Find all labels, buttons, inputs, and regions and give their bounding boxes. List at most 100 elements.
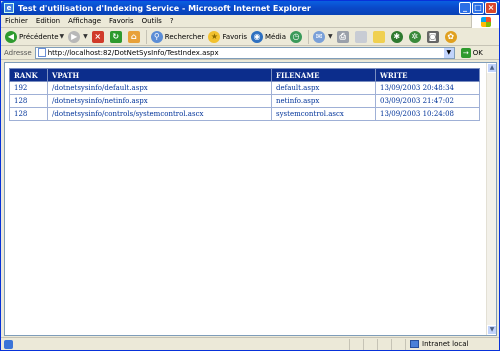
back-dropdown-icon[interactable]: ▼ bbox=[60, 33, 65, 40]
media-button[interactable]: ◉ Média bbox=[249, 29, 288, 45]
column-header-vpath: VPATH bbox=[47, 68, 272, 82]
ie-icon: e bbox=[4, 3, 14, 13]
address-dropdown-icon[interactable]: ▼ bbox=[443, 47, 454, 58]
forward-dropdown-icon[interactable]: ▼ bbox=[83, 33, 88, 40]
vertical-scrollbar[interactable]: ▲ ▼ bbox=[486, 63, 496, 335]
mail-button[interactable]: ✉ ▼ bbox=[311, 29, 335, 45]
menu-favoris[interactable]: Favoris bbox=[105, 17, 138, 25]
print-button[interactable]: ⎙ bbox=[335, 29, 353, 45]
zone-label: Intranet local bbox=[422, 340, 469, 348]
status-cell bbox=[391, 338, 405, 350]
minimize-button[interactable]: _ bbox=[459, 2, 471, 14]
search-label: Rechercher bbox=[164, 32, 205, 41]
search-icon: ⚲ bbox=[150, 30, 163, 43]
media-icon: ◉ bbox=[251, 30, 264, 43]
scroll-up-icon[interactable]: ▲ bbox=[487, 63, 496, 73]
back-arrow-icon: ◀ bbox=[5, 30, 17, 43]
cell-filename: default.aspx bbox=[271, 81, 376, 95]
back-button[interactable]: ◀ Précédente ▼ bbox=[3, 29, 66, 45]
table-header-row: RANK VPATH FILENAME WRITE bbox=[9, 68, 480, 82]
gear-icon: ✲ bbox=[408, 30, 421, 43]
search-button[interactable]: ⚲ Rechercher bbox=[149, 29, 207, 45]
home-icon: ⌂ bbox=[127, 30, 140, 43]
table-row: 128 /dotnetsysinfo/netinfo.aspx netinfo.… bbox=[9, 94, 480, 108]
window-title: Test d'utilisation d'Indexing Service - … bbox=[18, 3, 311, 13]
page-content[interactable]: RANK VPATH FILENAME WRITE 192 /dotnetsys… bbox=[4, 62, 497, 336]
edit-button[interactable] bbox=[353, 29, 371, 45]
menu-edition[interactable]: Edition bbox=[32, 17, 64, 25]
column-header-write: WRITE bbox=[375, 68, 480, 82]
toolbar: ◀ Précédente ▼ ▶ ▼ × ↻ ⌂ ⚲ Rechercher ★ … bbox=[1, 28, 499, 46]
table-row: 128 /dotnetsysinfo/controls/systemcontro… bbox=[9, 107, 480, 121]
cell-rank: 128 bbox=[9, 107, 48, 121]
go-arrow-icon: → bbox=[460, 47, 471, 58]
address-label: Adresse bbox=[4, 48, 32, 57]
cell-rank: 192 bbox=[9, 81, 48, 95]
discuss-button[interactable] bbox=[371, 29, 389, 45]
status-cell bbox=[377, 338, 391, 350]
favorites-button[interactable]: ★ Favoris bbox=[206, 29, 249, 45]
toolbar-separator bbox=[308, 29, 310, 44]
stop-icon: × bbox=[91, 30, 104, 43]
cell-write: 13/09/2003 20:48:34 bbox=[375, 81, 480, 95]
scroll-down-icon[interactable]: ▼ bbox=[487, 325, 496, 335]
menu-help[interactable]: ? bbox=[166, 17, 178, 25]
page-status-icon bbox=[4, 339, 13, 349]
address-field[interactable]: ▼ bbox=[34, 46, 455, 59]
research-button[interactable]: ✿ bbox=[443, 29, 461, 45]
cell-write: 13/09/2003 10:24:08 bbox=[375, 107, 480, 121]
bug-tool-button[interactable]: ✱ bbox=[389, 29, 407, 45]
security-zone: Intranet local bbox=[405, 338, 499, 350]
toolbar-separator bbox=[145, 29, 147, 44]
research-icon: ✿ bbox=[444, 30, 457, 43]
cell-write: 03/09/2003 21:47:02 bbox=[375, 94, 480, 108]
back-label: Précédente bbox=[19, 32, 59, 41]
home-button[interactable]: ⌂ bbox=[126, 29, 144, 45]
star-icon: ★ bbox=[208, 30, 221, 43]
cell-vpath: /dotnetsysinfo/default.aspx bbox=[47, 81, 272, 95]
forward-arrow-icon: ▶ bbox=[68, 30, 81, 43]
refresh-icon: ↻ bbox=[109, 30, 122, 43]
cell-vpath: /dotnetsysinfo/controls/systemcontrol.as… bbox=[47, 107, 272, 121]
favorites-label: Favoris bbox=[222, 32, 248, 41]
cell-vpath: /dotnetsysinfo/netinfo.aspx bbox=[47, 94, 272, 108]
mail-dropdown-icon[interactable]: ▼ bbox=[328, 33, 333, 40]
menu-fichier[interactable]: Fichier bbox=[1, 17, 32, 25]
cell-filename: netinfo.aspx bbox=[271, 94, 376, 108]
menu-outils[interactable]: Outils bbox=[138, 17, 166, 25]
close-button[interactable]: × bbox=[485, 2, 497, 14]
title-bar[interactable]: e Test d'utilisation d'Indexing Service … bbox=[1, 1, 499, 15]
cell-rank: 128 bbox=[9, 94, 48, 108]
status-cell bbox=[363, 338, 377, 350]
address-bar: Adresse ▼ → OK bbox=[1, 46, 499, 60]
menu-affichage[interactable]: Affichage bbox=[64, 17, 105, 25]
status-cell bbox=[349, 338, 363, 350]
results-table: RANK VPATH FILENAME WRITE 192 /dotnetsys… bbox=[9, 68, 480, 121]
address-input[interactable] bbox=[47, 48, 454, 57]
maximize-button[interactable]: □ bbox=[472, 2, 484, 14]
window-controls: _ □ × bbox=[459, 2, 497, 14]
media-label: Média bbox=[265, 32, 287, 41]
history-button[interactable]: ◷ bbox=[288, 29, 306, 45]
table-row: 192 /dotnetsysinfo/default.aspx default.… bbox=[9, 81, 480, 95]
forward-button[interactable]: ▶ ▼ bbox=[66, 29, 90, 45]
refresh-button[interactable]: ↻ bbox=[108, 29, 126, 45]
go-button[interactable]: → OK bbox=[460, 47, 483, 58]
column-header-filename: FILENAME bbox=[271, 68, 376, 82]
column-header-rank: RANK bbox=[9, 68, 48, 82]
go-label: OK bbox=[472, 48, 483, 57]
discuss-icon bbox=[372, 30, 385, 43]
bug-icon: ✱ bbox=[390, 30, 403, 43]
menu-bar: Fichier Edition Affichage Favoris Outils… bbox=[1, 15, 499, 28]
messenger-button[interactable]: ◙ bbox=[425, 29, 443, 45]
mail-icon: ✉ bbox=[313, 30, 326, 43]
stop-button[interactable]: × bbox=[90, 29, 108, 45]
history-icon: ◷ bbox=[290, 30, 303, 43]
windows-flag-icon bbox=[480, 16, 491, 27]
page-icon bbox=[37, 48, 46, 57]
edit-page-icon bbox=[354, 30, 367, 43]
print-icon: ⎙ bbox=[336, 30, 349, 43]
browser-window: e Test d'utilisation d'Indexing Service … bbox=[0, 0, 500, 351]
windows-logo bbox=[471, 15, 499, 28]
plugin-tool-button[interactable]: ✲ bbox=[407, 29, 425, 45]
